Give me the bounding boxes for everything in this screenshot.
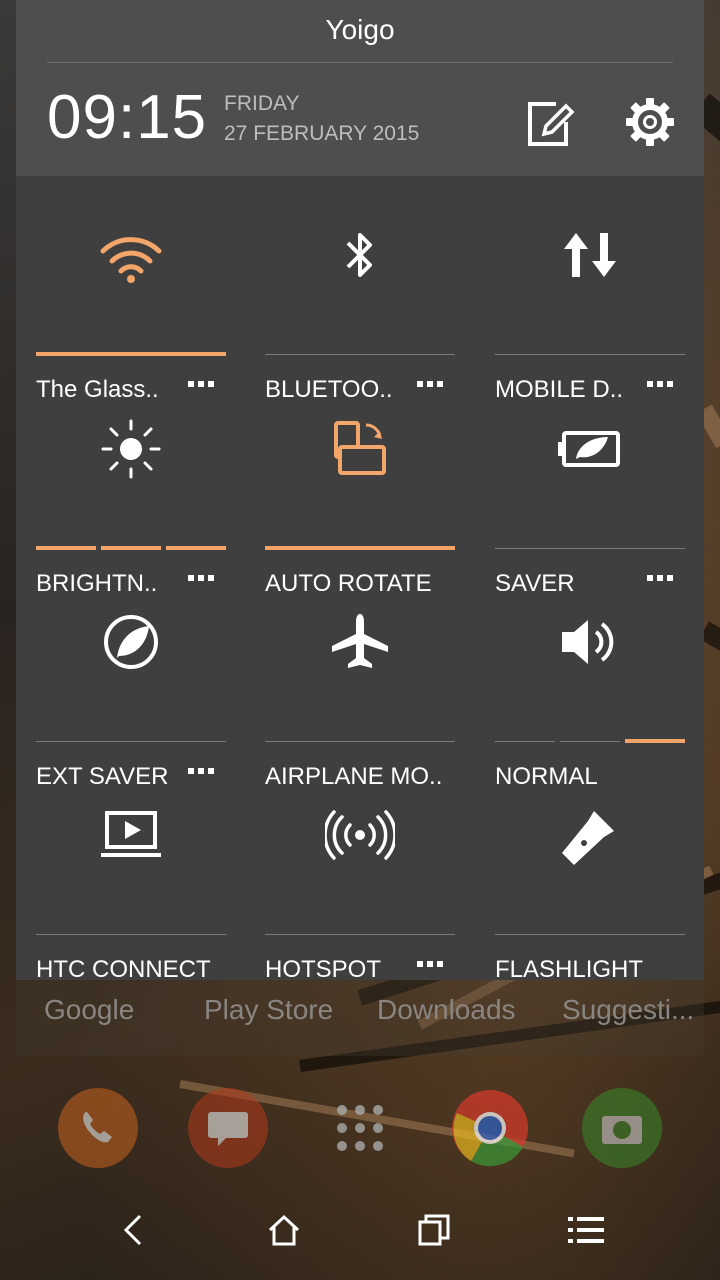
tile-label: NORMAL xyxy=(495,763,598,790)
tile-bluetooth[interactable]: BLUETOO.. xyxy=(265,210,455,403)
tile-label: MOBILE D.. xyxy=(495,376,624,403)
tile-label: HOTSPOT xyxy=(265,956,382,983)
brightness-icon xyxy=(81,404,181,494)
more-options-icon[interactable] xyxy=(647,567,681,591)
volume-level-segment xyxy=(625,739,685,743)
volume-icon xyxy=(540,597,640,687)
flashlight-status-bar xyxy=(495,934,685,935)
bluetooth-icon xyxy=(310,210,410,300)
extreme-saver-icon xyxy=(81,597,181,687)
brightness-level-segment xyxy=(166,546,226,550)
app-drawer-icon[interactable] xyxy=(320,1088,400,1168)
tile-label: BLUETOO.. xyxy=(265,376,393,403)
shortcut-suggestions[interactable]: Suggesti... xyxy=(562,994,694,1026)
tile-label: HTC CONNECT xyxy=(36,956,211,983)
tile-hotspot[interactable]: HOTSPOT xyxy=(265,790,455,983)
more-options-icon[interactable] xyxy=(188,567,222,591)
wifi-icon xyxy=(81,210,181,300)
tile-label: The Glass.. xyxy=(36,376,159,403)
tile-brightness[interactable]: BRIGHTN.. xyxy=(36,404,226,597)
shortcut-downloads[interactable]: Downloads xyxy=(377,994,516,1026)
more-options-icon[interactable] xyxy=(417,373,451,397)
more-options-icon[interactable] xyxy=(188,760,222,784)
brightness-level-segment xyxy=(36,546,96,550)
power-saver-status-bar xyxy=(495,548,685,549)
camera-icon[interactable] xyxy=(582,1088,662,1168)
chrome-icon[interactable] xyxy=(450,1088,530,1168)
volume-level-segment xyxy=(495,741,555,742)
tile-extreme-saver[interactable]: EXT SAVER xyxy=(36,597,226,790)
carrier-name: Yoigo xyxy=(325,14,395,45)
auto-rotate-icon xyxy=(310,404,410,494)
tile-sound-profile[interactable]: NORMAL xyxy=(495,597,685,790)
airplane-icon xyxy=(310,597,410,687)
tile-label: SAVER xyxy=(495,570,575,597)
menu-icon[interactable] xyxy=(556,1200,616,1260)
auto-rotate-status-bar xyxy=(265,546,455,550)
tile-power-saver[interactable]: SAVER xyxy=(495,404,685,597)
back-icon[interactable] xyxy=(104,1200,164,1260)
panel-header: Yoigo 09:15 FRIDAY 27 FEBRUARY 2015 xyxy=(16,0,704,176)
htc-connect-icon xyxy=(81,790,181,880)
edit-icon[interactable] xyxy=(522,96,578,152)
extreme-saver-status-bar xyxy=(36,741,226,742)
htc-connect-status-bar xyxy=(36,934,226,935)
tile-mobile-data[interactable]: MOBILE D.. xyxy=(495,210,685,403)
home-icon[interactable] xyxy=(254,1200,314,1260)
tile-label: FLASHLIGHT xyxy=(495,956,644,983)
more-options-icon[interactable] xyxy=(647,373,681,397)
airplane-status-bar xyxy=(265,741,455,742)
more-options-icon[interactable] xyxy=(188,373,222,397)
phone-icon[interactable] xyxy=(58,1088,138,1168)
power-saver-icon xyxy=(540,404,640,494)
mobile-data-status-bar xyxy=(495,354,685,355)
tile-label: EXT SAVER xyxy=(36,763,169,790)
header-divider xyxy=(47,62,673,63)
tile-htc-connect[interactable]: HTC CONNECT xyxy=(36,790,226,983)
hotspot-icon xyxy=(310,790,410,880)
navigation-bar xyxy=(0,1180,720,1280)
quick-settings-panel: Yoigo 09:15 FRIDAY 27 FEBRUARY 2015 The … xyxy=(16,0,704,983)
home-shortcut-row: Google Play Store Downloads Suggesti... xyxy=(16,980,704,1056)
day-of-week: FRIDAY xyxy=(224,92,300,115)
settings-icon[interactable] xyxy=(620,92,680,152)
tile-label: AUTO ROTATE xyxy=(265,570,432,597)
messages-icon[interactable] xyxy=(188,1088,268,1168)
mobile-data-icon xyxy=(540,210,640,300)
hotspot-status-bar xyxy=(265,934,455,935)
tile-airplane-mode[interactable]: AIRPLANE MO.. xyxy=(265,597,455,790)
tile-label: BRIGHTN.. xyxy=(36,570,158,597)
tile-label: AIRPLANE MO.. xyxy=(265,763,443,790)
bluetooth-status-bar xyxy=(265,354,455,355)
shortcut-google[interactable]: Google xyxy=(44,994,134,1026)
date: 27 FEBRUARY 2015 xyxy=(224,122,420,145)
flashlight-icon xyxy=(540,790,640,880)
brightness-level-segment xyxy=(101,546,161,550)
tile-wifi[interactable]: The Glass.. xyxy=(36,210,226,403)
clock: 09:15 xyxy=(47,83,208,152)
volume-level-segment xyxy=(560,741,620,742)
shortcut-play-store[interactable]: Play Store xyxy=(204,994,333,1026)
tile-flashlight[interactable]: FLASHLIGHT xyxy=(495,790,685,983)
tile-auto-rotate[interactable]: AUTO ROTATE xyxy=(265,404,455,597)
wifi-status-bar xyxy=(36,352,226,356)
more-options-icon[interactable] xyxy=(417,953,451,977)
recents-icon[interactable] xyxy=(404,1200,464,1260)
